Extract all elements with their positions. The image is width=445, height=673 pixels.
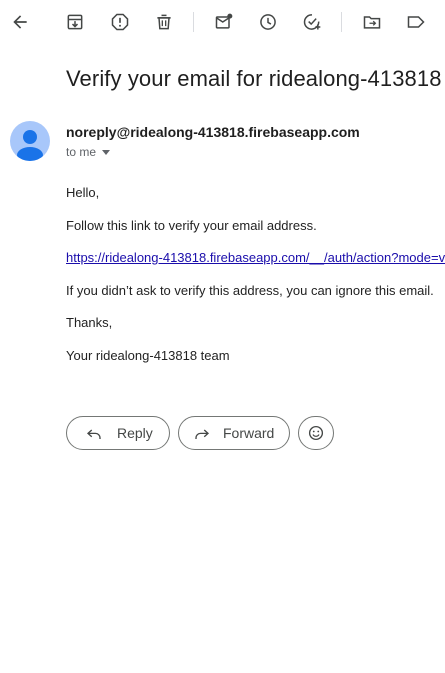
back-arrow-icon[interactable] [8,10,32,34]
sender-address[interactable]: noreply@ridealong-413818.firebaseapp.com [66,124,360,140]
reply-button[interactable]: Reply [66,416,170,450]
toolbar-divider [193,12,194,32]
delete-icon[interactable] [152,10,176,34]
archive-icon[interactable] [63,10,87,34]
forward-icon [195,429,210,439]
recipient-details-toggle[interactable]: to me [66,145,111,159]
toolbar [0,0,445,44]
recipient-label: to me [66,145,97,159]
label-icon[interactable] [404,10,428,34]
snooze-icon[interactable] [256,10,280,34]
move-to-icon[interactable] [360,10,384,34]
emoji-reaction-button[interactable] [298,416,334,450]
forward-button[interactable]: Forward [178,416,290,450]
caret-down-icon [102,149,111,155]
person-icon [17,130,43,161]
reply-label: Reply [117,425,153,441]
email-instruction: Follow this link to verify your email ad… [66,218,317,233]
verification-link[interactable]: https://ridealong-413818.firebaseapp.com… [66,250,445,265]
reply-icon [86,429,101,439]
toolbar-divider [341,12,342,32]
email-view: Verify your email for ridealong-413818 n… [0,0,445,673]
email-signature: Your ridealong-413818 team [66,348,230,363]
report-spam-icon[interactable] [108,10,132,34]
email-disclaimer: If you didn’t ask to verify this address… [66,283,434,298]
email-greeting: Hello, [66,185,100,200]
email-subject: Verify your email for ridealong-413818 [66,66,442,91]
email-thanks: Thanks, [66,315,113,330]
mark-unread-icon[interactable] [212,10,236,34]
smiley-icon [308,425,324,441]
sender-avatar[interactable] [10,121,50,161]
forward-label: Forward [223,425,275,441]
add-to-tasks-icon[interactable] [300,10,324,34]
